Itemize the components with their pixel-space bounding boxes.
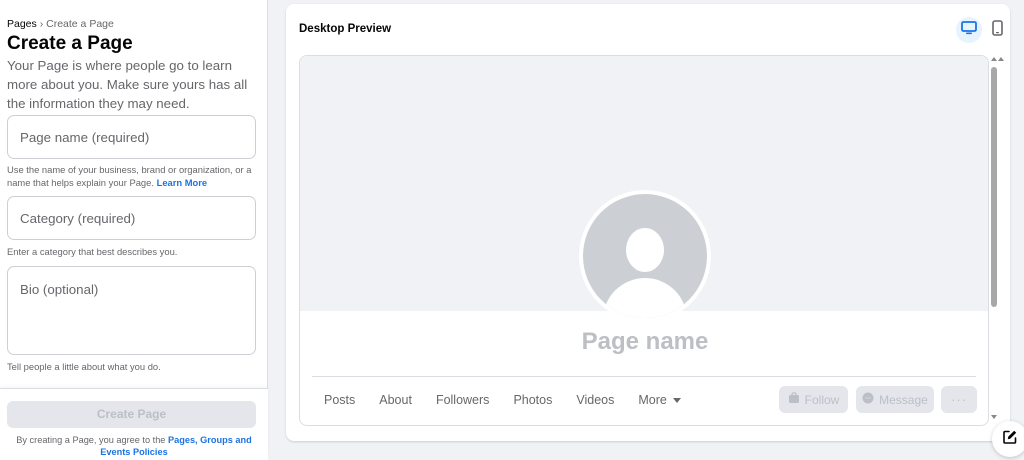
bio-textarea[interactable]: Bio (optional) [7, 266, 256, 355]
page-preview-frame: Page name Posts About Followers Photos V… [299, 55, 989, 426]
tab-videos[interactable]: Videos [564, 386, 626, 414]
page-title: Create a Page [7, 33, 133, 54]
category-input[interactable]: Category (required) [7, 196, 256, 240]
page-name-placeholder: Page name (required) [20, 130, 150, 145]
profile-picture [579, 190, 711, 322]
preview-page-name: Page name [581, 328, 709, 355]
follow-icon [788, 392, 800, 407]
breadcrumb: Pages › Create a Page [7, 18, 114, 30]
scroll-thumb[interactable] [991, 67, 997, 307]
terms-text: By creating a Page, you agree to the Pag… [4, 434, 264, 458]
message-label: Message [879, 392, 928, 407]
follow-button[interactable]: Follow [779, 386, 848, 413]
preview-scrollbar[interactable] [988, 55, 1004, 426]
create-page-button[interactable]: Create Page [7, 401, 256, 428]
scroll-down-icon[interactable] [991, 415, 997, 419]
tab-more-label: More [638, 393, 667, 407]
bio-placeholder: Bio (optional) [20, 282, 99, 297]
caret-down-icon [672, 397, 681, 403]
tab-photos[interactable]: Photos [501, 386, 564, 414]
scroll-up-icon[interactable] [991, 57, 997, 61]
mobile-preview-button[interactable] [984, 17, 1010, 43]
page-name-help: Use the name of your business, brand or … [7, 163, 259, 189]
sidebar-footer: Create Page By creating a Page, you agre… [0, 388, 268, 460]
scroll-up-icon-secondary[interactable] [998, 57, 1004, 61]
desktop-preview-button[interactable] [956, 17, 982, 43]
preview-panel: Desktop Preview Page name Posts About Fo… [286, 4, 1010, 441]
category-help: Enter a category that best describes you… [7, 246, 178, 257]
terms-prefix: By creating a Page, you agree to the [16, 435, 166, 445]
tab-followers[interactable]: Followers [424, 386, 502, 414]
page-name-input[interactable]: Page name (required) [7, 115, 256, 159]
avatar-placeholder-icon [583, 194, 707, 318]
breadcrumb-pages-link[interactable]: Pages [7, 18, 37, 30]
bio-help: Tell people a little about what you do. [7, 361, 161, 372]
preview-title: Desktop Preview [299, 23, 392, 35]
messenger-icon [862, 392, 874, 407]
learn-more-link[interactable]: Learn More [157, 177, 208, 188]
mobile-icon [991, 19, 1003, 41]
category-placeholder: Category (required) [20, 211, 136, 226]
preview-tabs: Posts About Followers Photos Videos More [312, 386, 693, 414]
tab-about[interactable]: About [367, 386, 424, 414]
follow-label: Follow [804, 392, 840, 407]
page-name-help-text: Use the name of your business, brand or … [7, 164, 252, 188]
message-button[interactable]: Message [856, 386, 934, 413]
compose-icon [1002, 429, 1018, 450]
create-page-sidebar: Pages › Create a Page Create a Page Your… [0, 0, 268, 460]
more-actions-button[interactable]: ··· [941, 386, 977, 413]
breadcrumb-current: Create a Page [46, 18, 114, 30]
tab-more[interactable]: More [626, 386, 692, 414]
sidebar-form: Pages › Create a Page Create a Page Your… [0, 0, 268, 388]
desktop-icon [961, 20, 977, 40]
tab-posts[interactable]: Posts [312, 386, 367, 414]
preview-divider [312, 376, 976, 377]
breadcrumb-separator: › [39, 18, 44, 30]
compose-button[interactable] [992, 421, 1024, 457]
intro-text: Your Page is where people go to learn mo… [7, 58, 248, 111]
